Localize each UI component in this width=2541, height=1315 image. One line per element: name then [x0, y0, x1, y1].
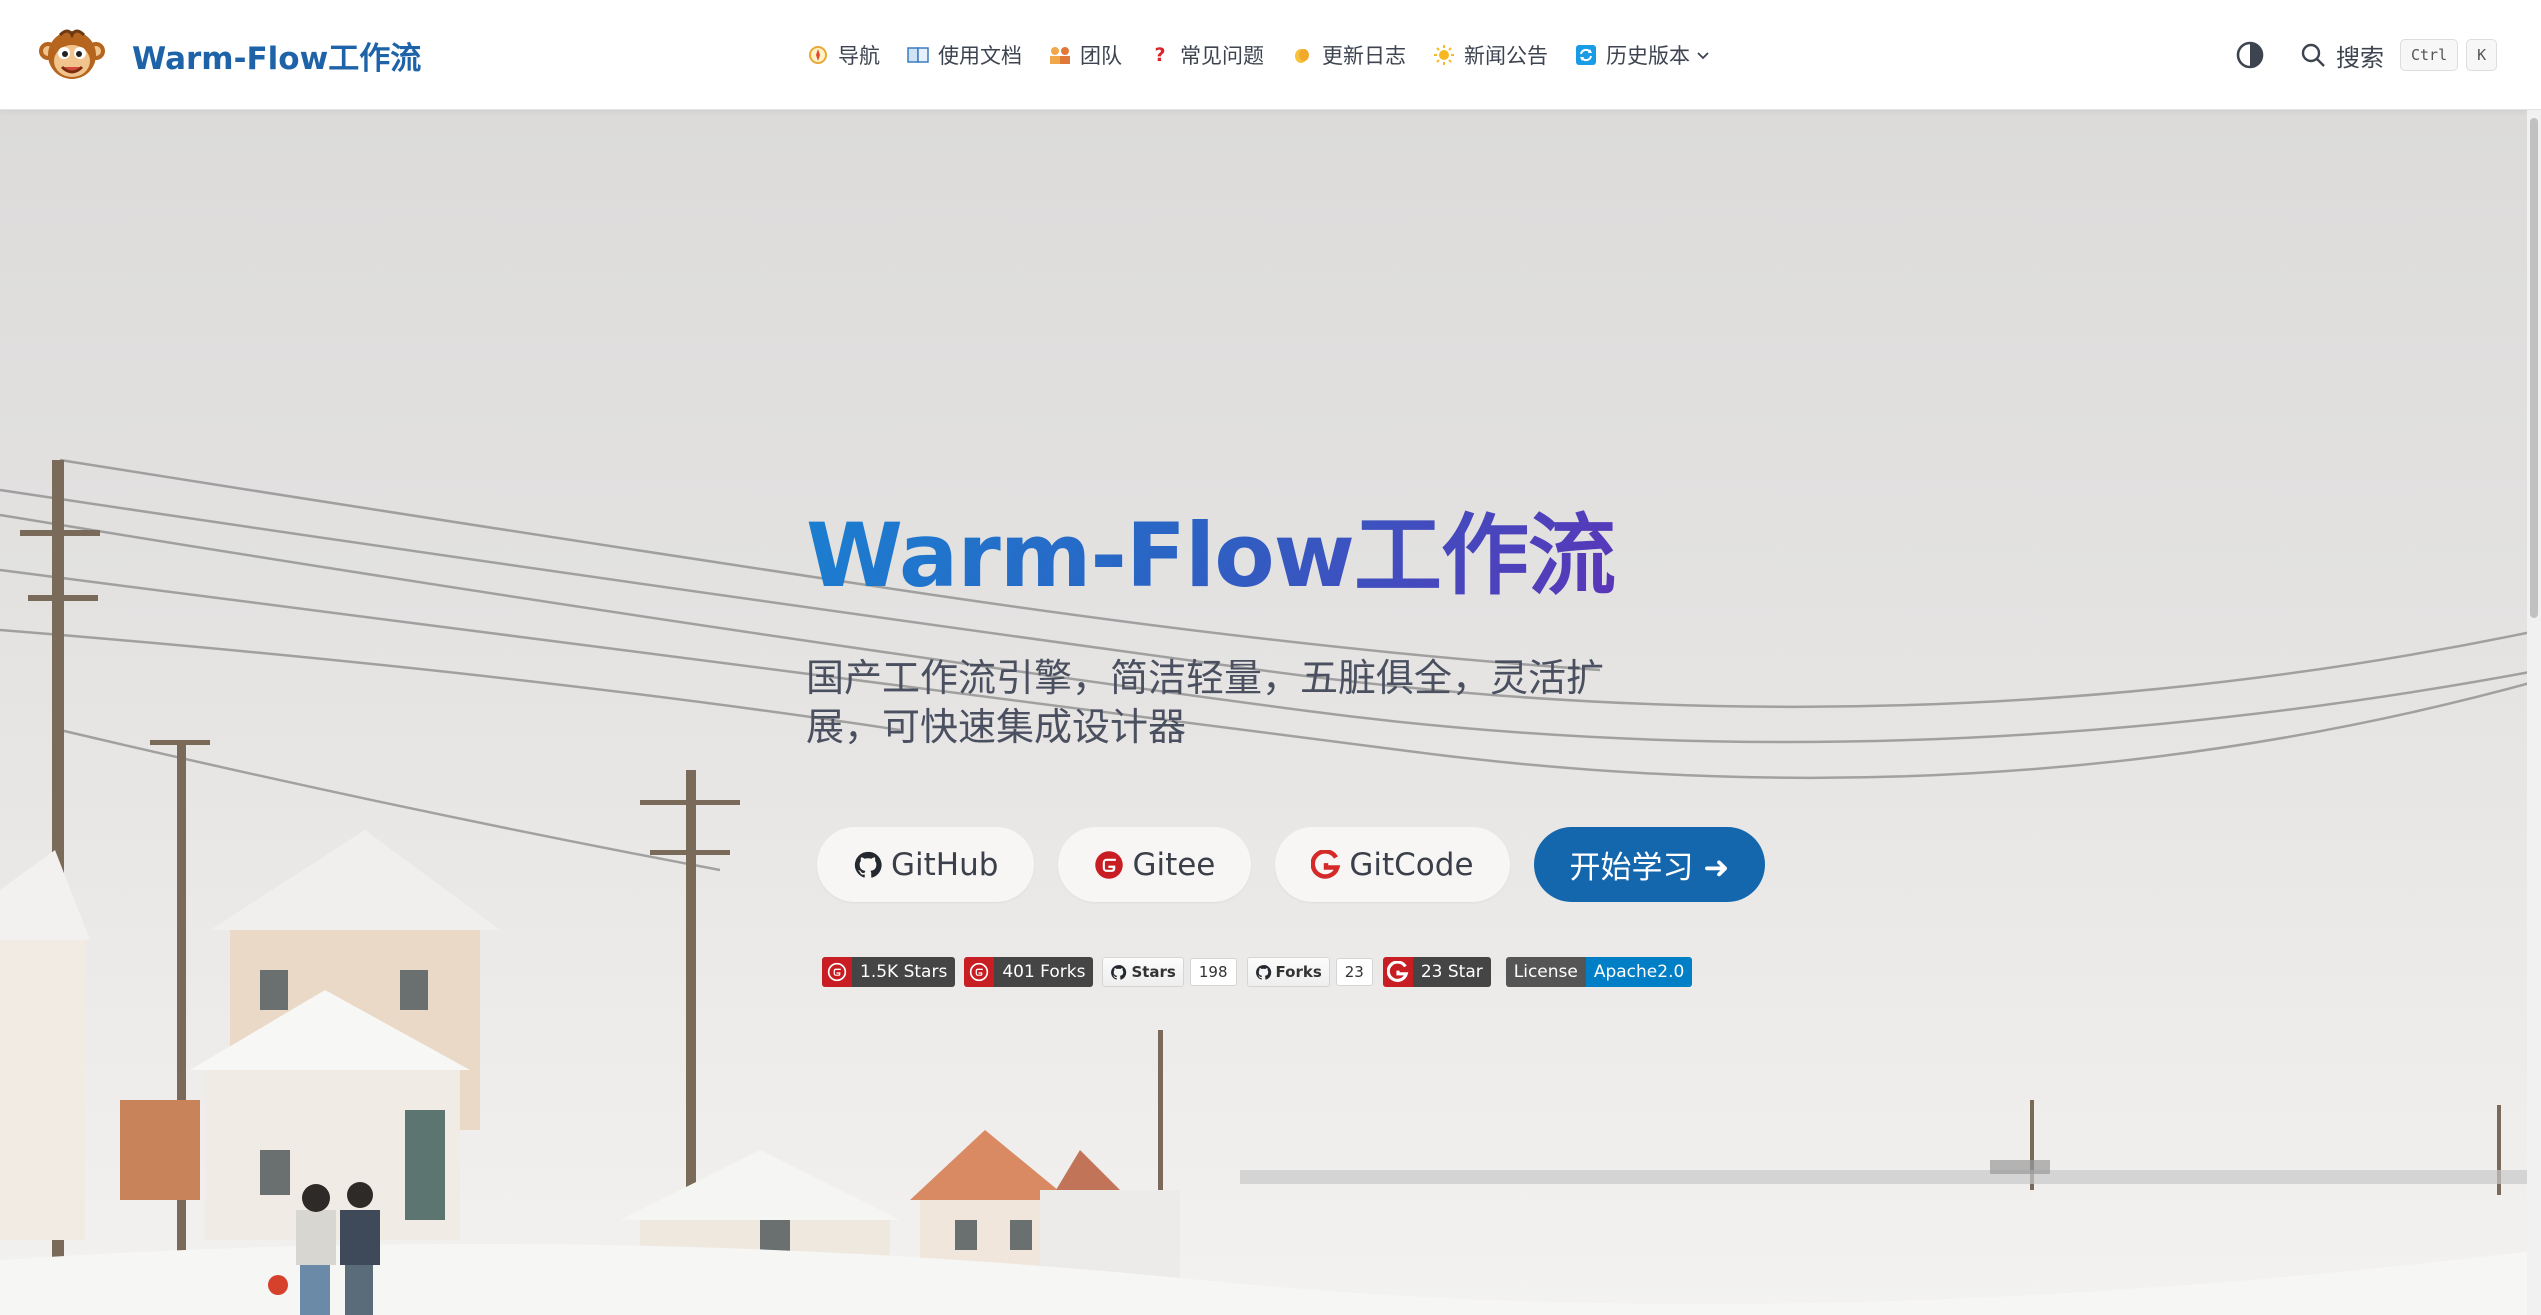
search-icon — [2301, 43, 2325, 67]
github-icon — [1111, 964, 1127, 980]
gitee-icon — [964, 957, 995, 987]
theme-toggle-icon[interactable] — [2234, 39, 2266, 71]
github-stars-left: Stars — [1103, 958, 1183, 986]
nav-item-label: 团队 — [1080, 44, 1122, 68]
github-button-label: GitHub — [891, 846, 999, 883]
license-badge[interactable]: License Apache2.0 — [1505, 957, 1693, 987]
nav-item-news[interactable]: 新闻公告 — [1432, 40, 1548, 70]
gitcode-icon — [1311, 849, 1341, 879]
chevron-down-icon — [1697, 52, 1709, 60]
team-emoji-icon — [1048, 43, 1072, 67]
github-forks-label: Forks — [1275, 963, 1322, 981]
github-stars-label-box: Stars — [1102, 957, 1184, 987]
github-icon — [854, 851, 882, 878]
gitcode-button-label: GitCode — [1349, 846, 1474, 883]
gitee-stars-text: 1.5K Stars — [852, 957, 956, 987]
nav-item-label: 常见问题 — [1180, 44, 1264, 68]
license-value: Apache2.0 — [1585, 957, 1693, 987]
nav-item-label: 更新日志 — [1322, 44, 1406, 68]
github-stars-count: 198 — [1189, 958, 1237, 986]
nav-item-guide[interactable]: 导航 — [806, 40, 880, 70]
gitee-button-label: Gitee — [1132, 846, 1216, 883]
site-name: Warm-Flow工作流 — [132, 40, 422, 77]
start-learning-button[interactable]: 开始学习 ➜ — [1533, 827, 1766, 902]
start-learning-button-label: 开始学习 ➜ — [1569, 850, 1730, 886]
hero-section: Warm-Flow工作流 国产工作流引擎，简洁轻量，五脏俱全，灵活扩展，可快速集… — [806, 504, 1766, 987]
nav-item-team[interactable]: 团队 — [1048, 40, 1122, 70]
nav-item-label: 导航 — [838, 44, 880, 68]
book-emoji-icon — [906, 43, 930, 67]
github-forks-badge[interactable]: Forks 23 — [1246, 957, 1373, 987]
hero-tagline: 国产工作流引擎，简洁轻量，五脏俱全，灵活扩展，可快速集成设计器 — [806, 656, 1605, 750]
repo-badges: 1.5K Stars 401 Forks Stars 198 Forks 23 … — [822, 957, 1701, 987]
gitee-icon — [1095, 850, 1124, 879]
github-forks-label-box: Forks — [1246, 957, 1330, 987]
main-nav: 导航 使用文档 团队 ? 常见问题 更新日志 新闻公告 历史版本 — [806, 34, 1736, 76]
github-button[interactable]: GitHub — [817, 827, 1035, 902]
gitee-icon — [822, 957, 852, 987]
clapping-hands-icon — [1290, 43, 1314, 67]
nav-item-versions[interactable]: 历史版本 — [1574, 40, 1710, 70]
nav-item-faq[interactable]: ? 常见问题 — [1148, 40, 1264, 70]
monkey-logo-icon — [39, 29, 105, 79]
sun-icon — [1432, 43, 1456, 67]
github-stars-badge[interactable]: Stars 198 — [1102, 957, 1237, 987]
gitcode-button[interactable]: GitCode — [1275, 827, 1510, 902]
github-forks-count: 23 — [1335, 958, 1373, 986]
gitcode-star-text: 23 Star — [1412, 957, 1491, 987]
nav-item-docs[interactable]: 使用文档 — [906, 40, 1022, 70]
gitcode-star-badge[interactable]: 23 Star — [1382, 957, 1491, 987]
gitee-forks-badge[interactable]: 401 Forks — [964, 957, 1094, 987]
nav-item-label: 历史版本 — [1606, 44, 1690, 68]
site-home-link[interactable]: Warm-Flow工作流 — [38, 20, 421, 90]
scrollbar-thumb[interactable] — [2530, 118, 2538, 618]
hero-title: Warm-Flow工作流 — [806, 504, 1616, 607]
question-mark-icon: ? — [1154, 44, 1166, 66]
hero-actions: GitHub Gitee GitCode 开始学习 ➜ — [817, 827, 1789, 902]
github-forks-left: Forks — [1247, 958, 1329, 986]
github-icon — [1255, 964, 1271, 980]
nav-item-changelog[interactable]: 更新日志 — [1290, 40, 1406, 70]
top-navbar: Warm-Flow工作流 导航 使用文档 团队 ? 常见问题 更新日志 新闻公告… — [0, 0, 2541, 110]
gitcode-icon — [1382, 957, 1413, 987]
shortcut-key-k: K — [2466, 39, 2498, 71]
compass-emoji-icon — [806, 43, 830, 67]
gitee-stars-badge[interactable]: 1.5K Stars — [822, 957, 956, 987]
nav-item-label: 使用文档 — [938, 44, 1022, 68]
shortcut-key-ctrl: Ctrl — [2400, 39, 2459, 71]
page-scrollbar[interactable] — [2527, 110, 2541, 1315]
search-button[interactable]: 搜索 Ctrl K — [2300, 33, 2498, 77]
license-key: License — [1505, 957, 1586, 987]
search-label: 搜索 — [2336, 43, 2384, 72]
gitee-forks-text: 401 Forks — [994, 957, 1094, 987]
gitee-button[interactable]: Gitee — [1058, 827, 1252, 902]
nav-item-label: 新闻公告 — [1464, 44, 1548, 68]
refresh-arrows-icon — [1574, 43, 1598, 67]
github-stars-label: Stars — [1131, 963, 1176, 981]
